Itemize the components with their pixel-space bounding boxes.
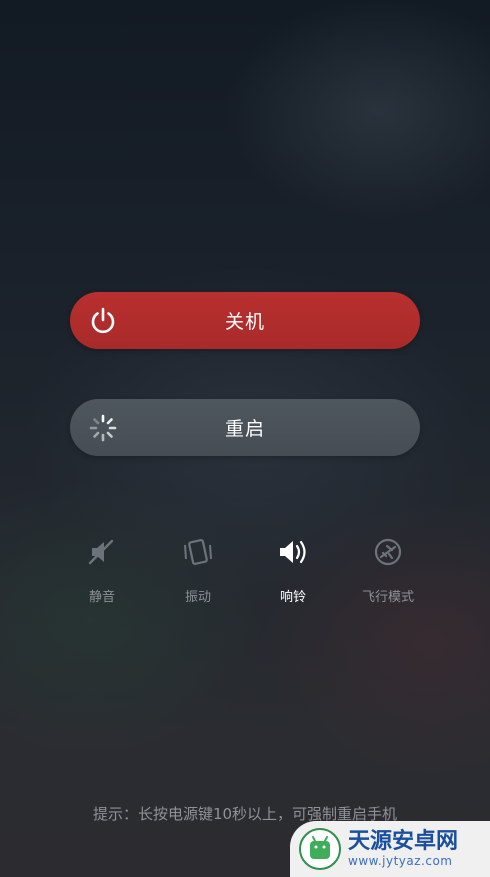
watermark-url: www.jytyaz.com [348, 854, 453, 868]
mute-icon [88, 539, 114, 565]
spinner-icon [89, 414, 117, 442]
mode-mute-label: 静音 [88, 590, 115, 605]
restart-label: 重启 [224, 418, 265, 440]
shutdown-label: 关机 [224, 311, 265, 333]
power-icon [91, 307, 115, 334]
mode-airplane-label: 飞行模式 [361, 590, 414, 605]
ring-icon [280, 540, 306, 564]
sound-mode-row: 静音 振动 响铃 飞行模式 [0, 530, 490, 610]
mode-vibrate[interactable]: 振动 [158, 530, 238, 605]
mode-mute[interactable]: 静音 [62, 530, 142, 605]
vibrate-icon [184, 539, 212, 565]
mode-vibrate-label: 振动 [184, 590, 211, 605]
watermark: 天源安卓网 www.jytyaz.com [290, 821, 490, 877]
watermark-title: 天源安卓网 [348, 829, 459, 854]
mode-ring-label: 响铃 [279, 590, 306, 605]
site-logo-icon [299, 828, 341, 870]
airplane-icon [374, 538, 402, 566]
shutdown-button[interactable]: 关机 [70, 292, 420, 349]
mode-airplane[interactable]: 飞行模式 [348, 530, 428, 605]
restart-button[interactable]: 重启 [70, 399, 420, 456]
mode-ring[interactable]: 响铃 [253, 530, 333, 605]
